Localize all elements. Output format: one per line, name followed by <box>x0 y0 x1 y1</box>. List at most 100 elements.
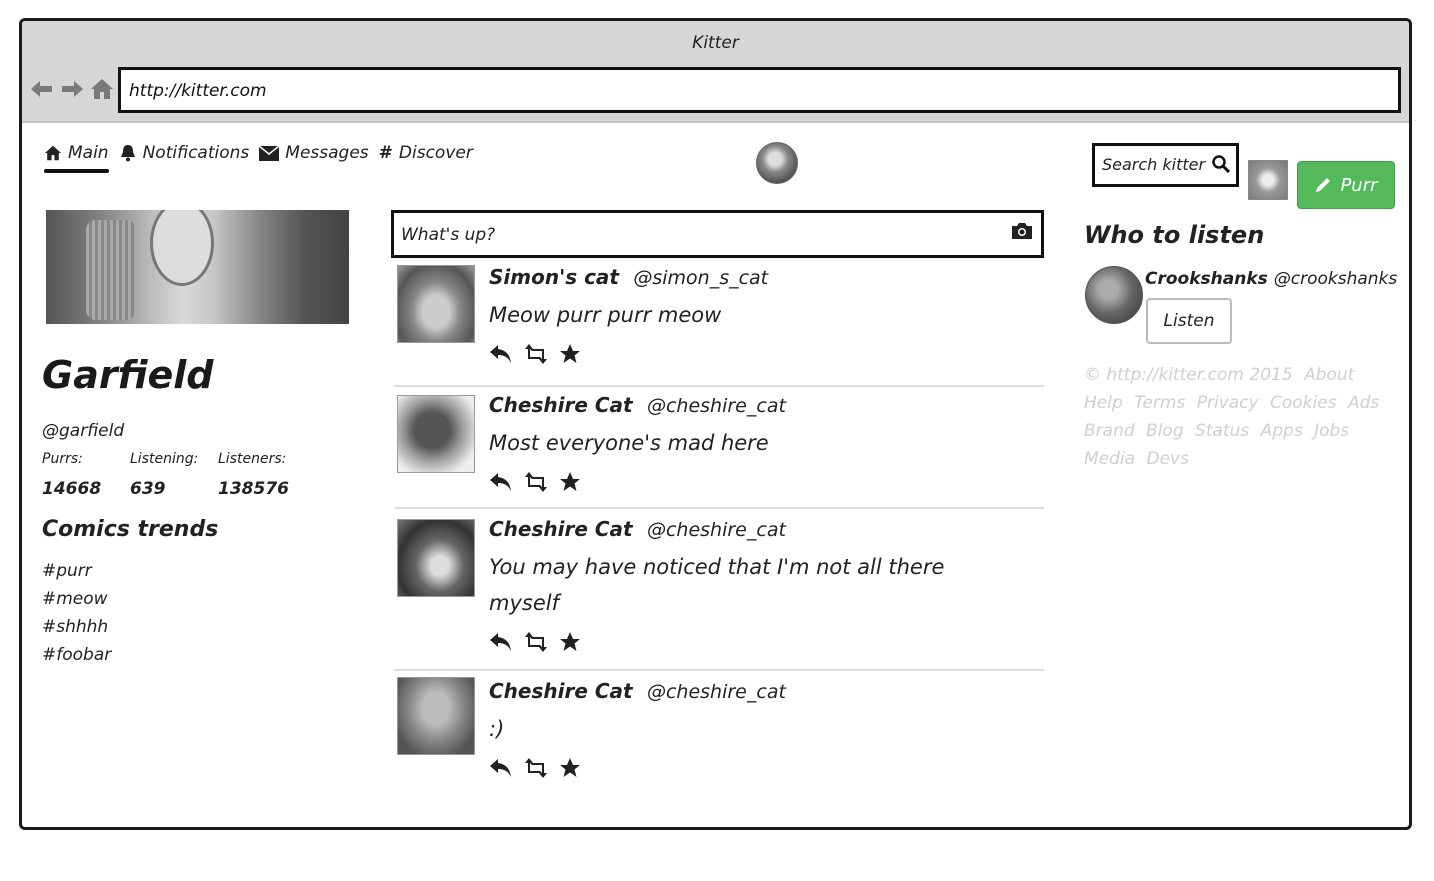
trend-item[interactable]: #meow <box>42 589 111 617</box>
reply-icon[interactable] <box>489 344 513 364</box>
trend-item[interactable]: #shhhh <box>42 617 111 645</box>
browser-nav-buttons <box>30 77 114 101</box>
kit-author-name[interactable]: Cheshire Cat <box>489 517 633 541</box>
kit-author-handle[interactable]: @simon_s_cat <box>633 267 768 289</box>
reply-icon[interactable] <box>489 758 513 778</box>
kit-head: Cheshire Cat @cheshire_cat <box>489 393 1044 417</box>
kit-actions <box>489 751 1044 785</box>
rekit-icon[interactable] <box>523 632 549 652</box>
search-icon[interactable] <box>1212 155 1230 173</box>
camera-icon[interactable] <box>1011 222 1033 240</box>
star-icon[interactable] <box>559 471 581 493</box>
search-placeholder: Search kitter <box>1102 155 1206 174</box>
star-icon[interactable] <box>559 757 581 779</box>
kit-head: Simon's cat @simon_s_cat <box>489 265 1044 289</box>
back-button[interactable] <box>30 77 54 101</box>
stat-listening[interactable]: Listening: 639 <box>130 451 218 499</box>
nav-item-label: Discover <box>398 143 473 163</box>
profile-name: Garfield <box>42 353 214 397</box>
search-input[interactable]: Search kitter <box>1092 143 1239 187</box>
kit-actions <box>489 465 1044 499</box>
user-avatar[interactable] <box>1248 160 1288 200</box>
rekit-icon[interactable] <box>523 472 549 492</box>
kit-feed: Simon's cat @simon_s_cat Meow purr purr … <box>394 261 1044 791</box>
nav-item-discover[interactable]: # Discover <box>379 143 473 173</box>
url-bar[interactable]: http://kitter.com <box>118 67 1401 113</box>
kit-author-handle[interactable]: @cheshire_cat <box>647 395 786 417</box>
footer-link-cookies[interactable]: Cookies <box>1270 393 1337 413</box>
home-button[interactable] <box>90 77 114 101</box>
profile-banner <box>46 210 349 324</box>
kit-author-handle[interactable]: @cheshire_cat <box>647 681 786 703</box>
envelope-icon <box>259 145 280 161</box>
main-nav: Main Notifications Messages # Discover <box>44 143 483 173</box>
browser-window: Kitter http://kitter.com Main Notificati… <box>19 18 1412 830</box>
nav-item-label: Notifications <box>142 143 250 163</box>
kit-avatar[interactable] <box>397 395 475 473</box>
kit-avatar[interactable] <box>397 519 475 597</box>
footer-link-terms[interactable]: Terms <box>1134 393 1185 413</box>
rekit-icon[interactable] <box>523 344 549 364</box>
footer-link-about[interactable]: About <box>1304 365 1354 385</box>
purr-button-label: Purr <box>1340 174 1378 196</box>
footer-links: © http://kitter.com 2015 About Help Term… <box>1084 361 1404 473</box>
arrow-left-icon <box>31 81 52 97</box>
nav-item-notifications[interactable]: Notifications <box>119 143 250 173</box>
suggestion-avatar[interactable] <box>1085 266 1143 324</box>
compose-input[interactable]: What's up? <box>391 210 1044 258</box>
kit-body: Cheshire Cat @cheshire_cat You may have … <box>489 509 1044 659</box>
suggestion-handle: @crookshanks <box>1273 269 1398 289</box>
suggestion-name[interactable]: Crookshanks @crookshanks <box>1145 269 1397 289</box>
footer-link-jobs[interactable]: Jobs <box>1314 421 1349 441</box>
kit-author-handle[interactable]: @cheshire_cat <box>647 519 786 541</box>
reply-icon[interactable] <box>489 472 513 492</box>
purr-button[interactable]: Purr <box>1297 161 1395 209</box>
footer-link-ads[interactable]: Ads <box>1348 393 1379 413</box>
forward-button[interactable] <box>60 77 84 101</box>
profile-handle[interactable]: @garfield <box>42 421 124 441</box>
window-title: Kitter <box>692 33 739 53</box>
reply-icon[interactable] <box>489 632 513 652</box>
kit-head: Cheshire Cat @cheshire_cat <box>489 517 1044 541</box>
footer-link-blog[interactable]: Blog <box>1146 421 1184 441</box>
stat-purrs[interactable]: Purrs: 14668 <box>42 451 130 499</box>
footer-link-status[interactable]: Status <box>1195 421 1249 441</box>
home-icon <box>45 145 61 161</box>
trend-item[interactable]: #foobar <box>42 645 111 673</box>
kit-item: Cheshire Cat @cheshire_cat You may have … <box>394 509 1044 671</box>
banner-oval <box>150 210 214 286</box>
kit-text: Most everyone's mad here <box>489 431 769 455</box>
stat-listeners[interactable]: Listeners: 138576 <box>218 451 306 499</box>
stat-label: Purrs: <box>42 451 83 467</box>
star-icon[interactable] <box>559 343 581 365</box>
rekit-icon[interactable] <box>523 758 549 778</box>
avatar[interactable] <box>756 142 798 184</box>
kit-author-name[interactable]: Cheshire Cat <box>489 679 633 703</box>
kit-author-name[interactable]: Simon's cat <box>489 265 619 289</box>
kit-item: Simon's cat @simon_s_cat Meow purr purr … <box>394 261 1044 387</box>
star-icon[interactable] <box>559 631 581 653</box>
kit-actions <box>489 337 1044 371</box>
footer-link-apps[interactable]: Apps <box>1261 421 1303 441</box>
trends-title: Comics trends <box>42 517 219 542</box>
kit-avatar[interactable] <box>397 265 475 343</box>
footer-copyright[interactable]: © http://kitter.com 2015 <box>1084 365 1293 385</box>
nav-item-label: Main <box>68 143 109 163</box>
kit-author-name[interactable]: Cheshire Cat <box>489 393 633 417</box>
banner-jar <box>86 220 136 320</box>
nav-item-main[interactable]: Main <box>44 143 109 173</box>
footer-link-help[interactable]: Help <box>1084 393 1123 413</box>
footer-link-brand[interactable]: Brand <box>1084 421 1135 441</box>
stat-label: Listening: <box>130 451 199 467</box>
footer-link-media[interactable]: Media <box>1084 449 1135 469</box>
stat-value: 138576 <box>218 479 289 499</box>
browser-titlebar: Kitter http://kitter.com <box>22 21 1409 123</box>
footer-link-devs[interactable]: Devs <box>1146 449 1188 469</box>
kit-body: Cheshire Cat @cheshire_cat :) <box>489 671 1044 785</box>
kit-avatar[interactable] <box>397 677 475 755</box>
who-to-listen-title: Who to listen <box>1084 221 1265 249</box>
nav-item-messages[interactable]: Messages <box>259 143 369 173</box>
trend-item[interactable]: #purr <box>42 561 111 589</box>
footer-link-privacy[interactable]: Privacy <box>1197 393 1259 413</box>
listen-button[interactable]: Listen <box>1146 298 1232 344</box>
